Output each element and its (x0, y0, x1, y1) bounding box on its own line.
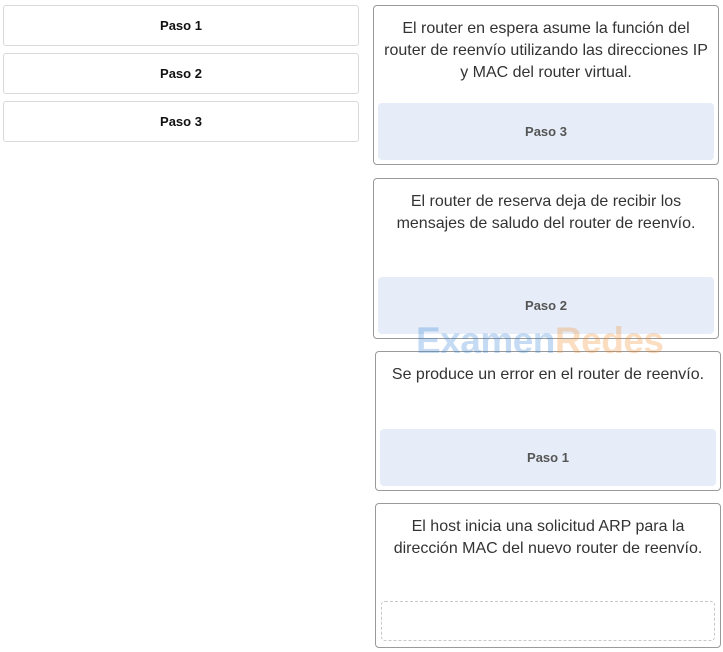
statement-card: Se produce un error en el router de reen… (375, 351, 721, 491)
statement-card: El router en espera asume la función del… (373, 5, 719, 165)
drop-zone[interactable]: Paso 2 (378, 277, 714, 334)
drop-zone-empty[interactable] (381, 601, 715, 641)
drag-item-paso-2[interactable]: Paso 2 (3, 53, 359, 94)
statement-text: Se produce un error en el router de reen… (391, 366, 705, 383)
statement-text: El router de reserva deja de recibir los… (396, 193, 696, 232)
drag-item-paso-1[interactable]: Paso 1 (3, 5, 359, 46)
statement-text: El router en espera asume la función del… (384, 20, 708, 81)
drop-zone[interactable]: Paso 3 (378, 103, 714, 160)
drop-zone[interactable]: Paso 1 (380, 429, 716, 486)
drag-item-paso-3[interactable]: Paso 3 (3, 101, 359, 142)
statement-text: El host inicia una solicitud ARP para la… (393, 518, 703, 557)
statement-card: El host inicia una solicitud ARP para la… (375, 503, 721, 648)
statement-card: El router de reserva deja de recibir los… (373, 178, 719, 339)
